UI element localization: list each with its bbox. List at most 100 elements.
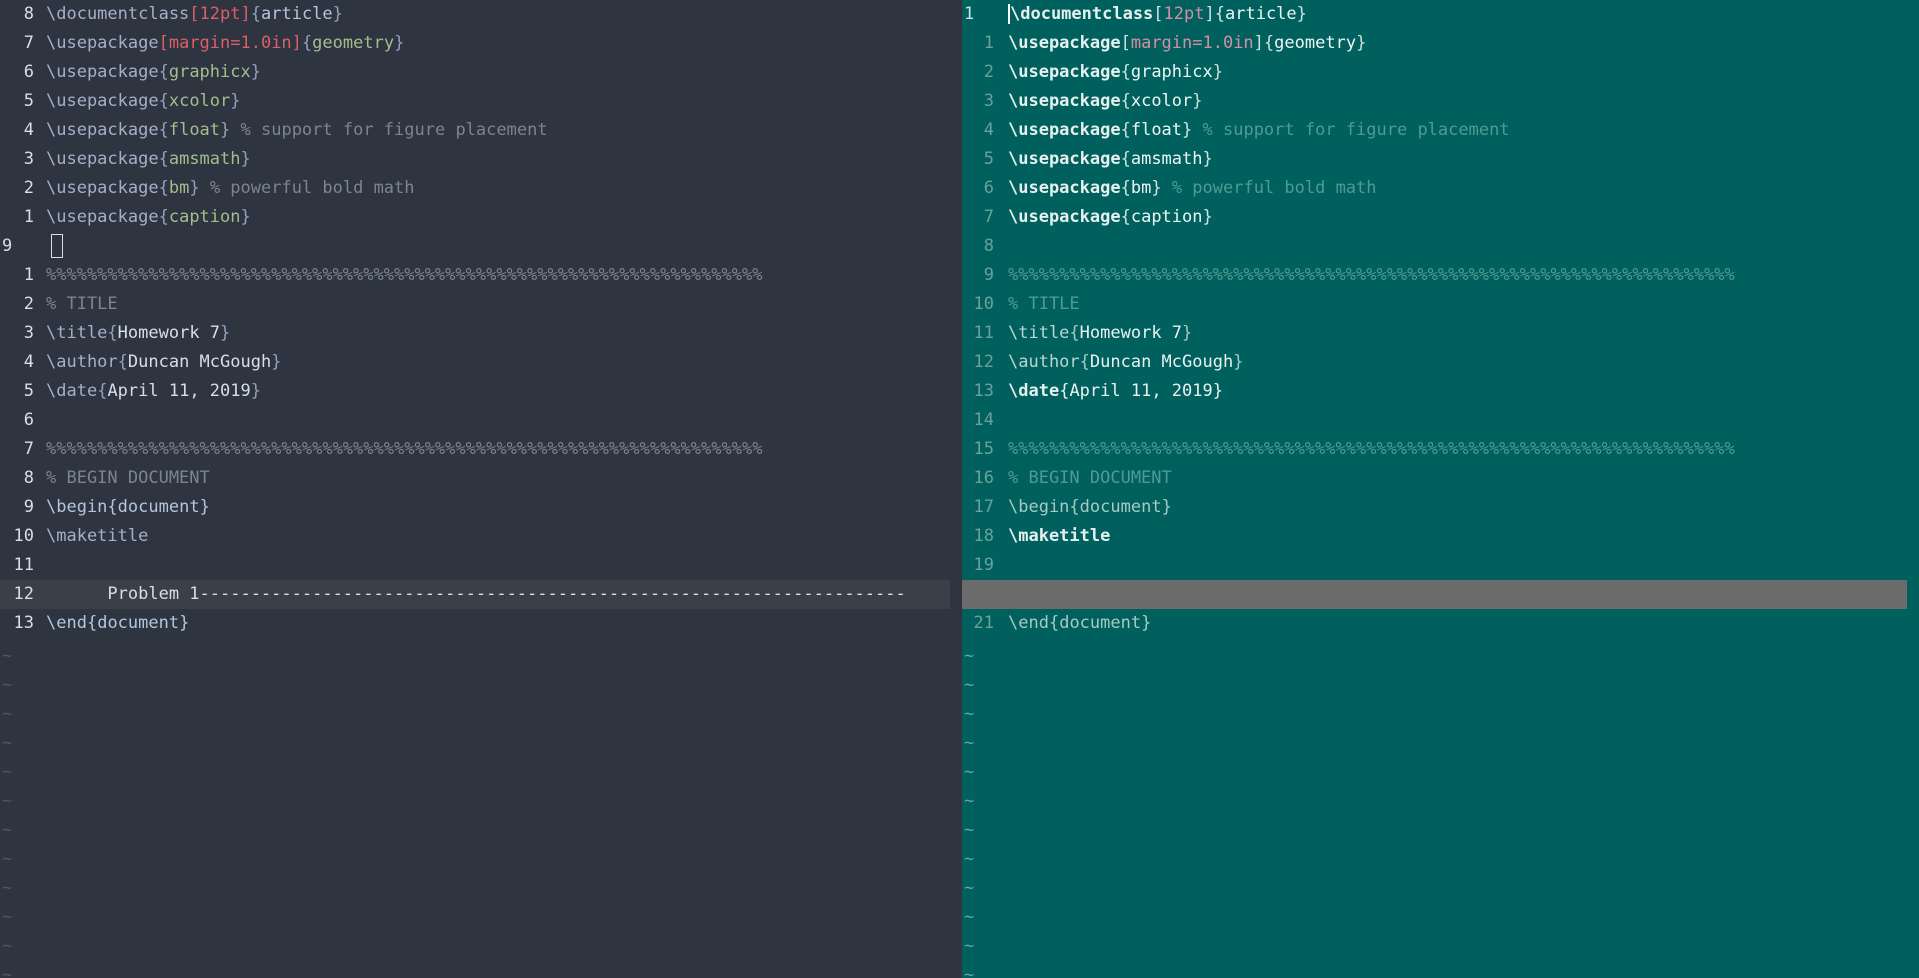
code-line[interactable]: 14	[962, 406, 1907, 435]
bracket: ]	[291, 33, 302, 53]
line-text: \author{Duncan McGough}	[1008, 348, 1243, 377]
code-line[interactable]: 13 \end{document}	[0, 609, 950, 638]
latex-command: \documentclass	[46, 4, 190, 24]
line-number: 6	[23, 62, 34, 82]
code-line[interactable]: 17 \begin{document}	[962, 493, 1907, 522]
latex-option: 12pt	[199, 4, 241, 24]
code-line[interactable]: 1 \documentclass[12pt]{article}	[962, 0, 1907, 29]
code-line[interactable]: 10 % TITLE	[962, 290, 1907, 319]
folded-line-current[interactable]: 12 Problem 1----------------------------…	[0, 580, 950, 609]
line-number: 19	[973, 555, 994, 575]
code-line[interactable]: 4 \usepackage{float} % support for figure…	[962, 116, 1907, 145]
code-line[interactable]: 3 \usepackage{amsmath}	[0, 145, 950, 174]
code-line[interactable]: 16 % BEGIN DOCUMENT	[962, 464, 1907, 493]
code-line[interactable]: 4 \author{Duncan McGough}	[0, 348, 950, 377]
latex-command: \usepackage	[1008, 207, 1121, 227]
code-line[interactable]: 12 \author{Duncan McGough}	[962, 348, 1907, 377]
folded-line[interactable]	[962, 580, 1907, 609]
latex-argument: amsmath	[1130, 149, 1203, 169]
latex-argument: document	[97, 613, 180, 633]
brace: {	[158, 207, 169, 227]
editor-pane-left[interactable]: 8 \documentclass[12pt]{article} 7 \usepacka…	[0, 0, 962, 978]
code-line[interactable]: 4 \usepackage{float} % support for figure…	[0, 116, 950, 145]
code-line[interactable]: 19	[962, 551, 1907, 580]
line-number: 5	[23, 381, 34, 401]
code-line[interactable]: 2 \usepackage{graphicx}	[962, 58, 1907, 87]
code-line[interactable]: 11 \title{Homework 7}	[962, 319, 1907, 348]
brace: }	[179, 613, 190, 633]
brace: {	[1214, 4, 1225, 24]
empty-buffer-tilde: ~	[964, 733, 975, 753]
code-line[interactable]: 6 \usepackage{graphicx}	[0, 58, 950, 87]
brace: {	[86, 613, 98, 633]
latex-comment: %%%%%%%%%%%%%%%%%%%%%%%%%%%%%%%%%%%%%%%%…	[46, 265, 763, 285]
line-number: 2	[983, 62, 994, 82]
code-line[interactable]: 8 % BEGIN DOCUMENT	[0, 464, 950, 493]
code-line[interactable]: 5 \date{April 11, 2019}	[0, 377, 950, 406]
code-line[interactable]: 6 \usepackage{bm} % powerful bold math	[962, 174, 1907, 203]
line-number: 6	[23, 410, 34, 430]
code-line[interactable]: 3 \title{Homework 7}	[0, 319, 950, 348]
line-text: \end{document}	[1008, 609, 1151, 638]
line-text: \date{April 11, 2019}	[46, 377, 261, 406]
code-line[interactable]: 3 \usepackage{xcolor}	[962, 87, 1907, 116]
line-text: % TITLE	[46, 290, 118, 319]
code-line[interactable]: 2 \usepackage{bm} % powerful bold math	[0, 174, 950, 203]
empty-buffer-tilde: ~	[964, 704, 975, 724]
brace: {	[1069, 497, 1080, 517]
brace: {	[1079, 352, 1090, 372]
brace: }	[189, 178, 200, 198]
line-text: \usepackage{caption}	[1008, 203, 1213, 232]
line-text: %%%%%%%%%%%%%%%%%%%%%%%%%%%%%%%%%%%%%%%%…	[46, 261, 762, 290]
latex-command: \usepackage	[46, 62, 159, 82]
window-edge	[1907, 0, 1919, 978]
line-text: \maketitle	[46, 522, 148, 551]
code-line[interactable]: 10 \maketitle	[0, 522, 950, 551]
line-number: 18	[973, 526, 994, 546]
code-line[interactable]: 2 % TITLE	[0, 290, 950, 319]
line-text: \usepackage{xcolor}	[1008, 87, 1203, 116]
brace: }	[250, 381, 261, 401]
line-text: \title{Homework 7}	[1008, 319, 1192, 348]
code-line[interactable]: 5 \usepackage{amsmath}	[962, 145, 1907, 174]
code-line[interactable]: 13 \date{April 11, 2019}	[962, 377, 1907, 406]
code-line[interactable]: 1 \usepackage[margin=1.0in]{geometry}	[962, 29, 1907, 58]
code-line[interactable]: 9%%%%%%%%%%%%%%%%%%%%%%%%%%%%%%%%%%%%%%%…	[962, 261, 1907, 290]
latex-argument: xcolor	[1130, 91, 1193, 111]
latex-command: \end	[1008, 613, 1049, 633]
line-text: \usepackage{float} % support for figure …	[1008, 116, 1510, 145]
line-number: 11	[13, 555, 34, 575]
line-text: \usepackage{bm} % powerful bold math	[46, 174, 415, 203]
line-text: \date{April 11, 2019}	[1008, 377, 1223, 406]
code-line[interactable]: 8	[962, 232, 1907, 261]
code-line[interactable]: 18 \maketitle	[962, 522, 1907, 551]
code-line[interactable]: 1 \usepackage{caption}	[0, 203, 950, 232]
code-line[interactable]: 1%%%%%%%%%%%%%%%%%%%%%%%%%%%%%%%%%%%%%%%…	[0, 261, 950, 290]
code-line[interactable]: 11	[0, 551, 950, 580]
latex-command: \usepackage	[46, 91, 159, 111]
latex-command: \usepackage	[46, 178, 159, 198]
line-number: 16	[973, 468, 994, 488]
empty-buffer-tilde: ~	[2, 646, 13, 666]
code-line[interactable]: 15%%%%%%%%%%%%%%%%%%%%%%%%%%%%%%%%%%%%%%…	[962, 435, 1907, 464]
code-line[interactable]: 9	[0, 232, 950, 261]
editor-pane-right[interactable]: 1 \documentclass[12pt]{article} 1 \usepacka…	[962, 0, 1907, 978]
latex-comment: % TITLE	[46, 294, 118, 314]
code-line[interactable]: 7%%%%%%%%%%%%%%%%%%%%%%%%%%%%%%%%%%%%%%%…	[0, 435, 950, 464]
code-line[interactable]: 5 \usepackage{xcolor}	[0, 87, 950, 116]
brace: }	[220, 120, 231, 140]
code-line[interactable]: 21 \end{document}	[962, 609, 1907, 638]
empty-buffer-tilde: ~	[964, 936, 975, 956]
code-line[interactable]: 9 \begin{document}	[0, 493, 950, 522]
empty-buffer-tilde: ~	[964, 791, 975, 811]
code-line[interactable]: 6	[0, 406, 950, 435]
brace: }	[1182, 323, 1193, 343]
brace: {	[158, 91, 169, 111]
code-line[interactable]: 7 \usepackage{caption}	[962, 203, 1907, 232]
code-line[interactable]: 8 \documentclass[12pt]{article}	[0, 0, 950, 29]
brace: }	[1141, 613, 1152, 633]
latex-comment: % TITLE	[1008, 294, 1080, 314]
code-line[interactable]: 7 \usepackage[margin=1.0in]{geometry}	[0, 29, 950, 58]
line-number: 14	[973, 410, 994, 430]
brace: {	[1120, 62, 1131, 82]
